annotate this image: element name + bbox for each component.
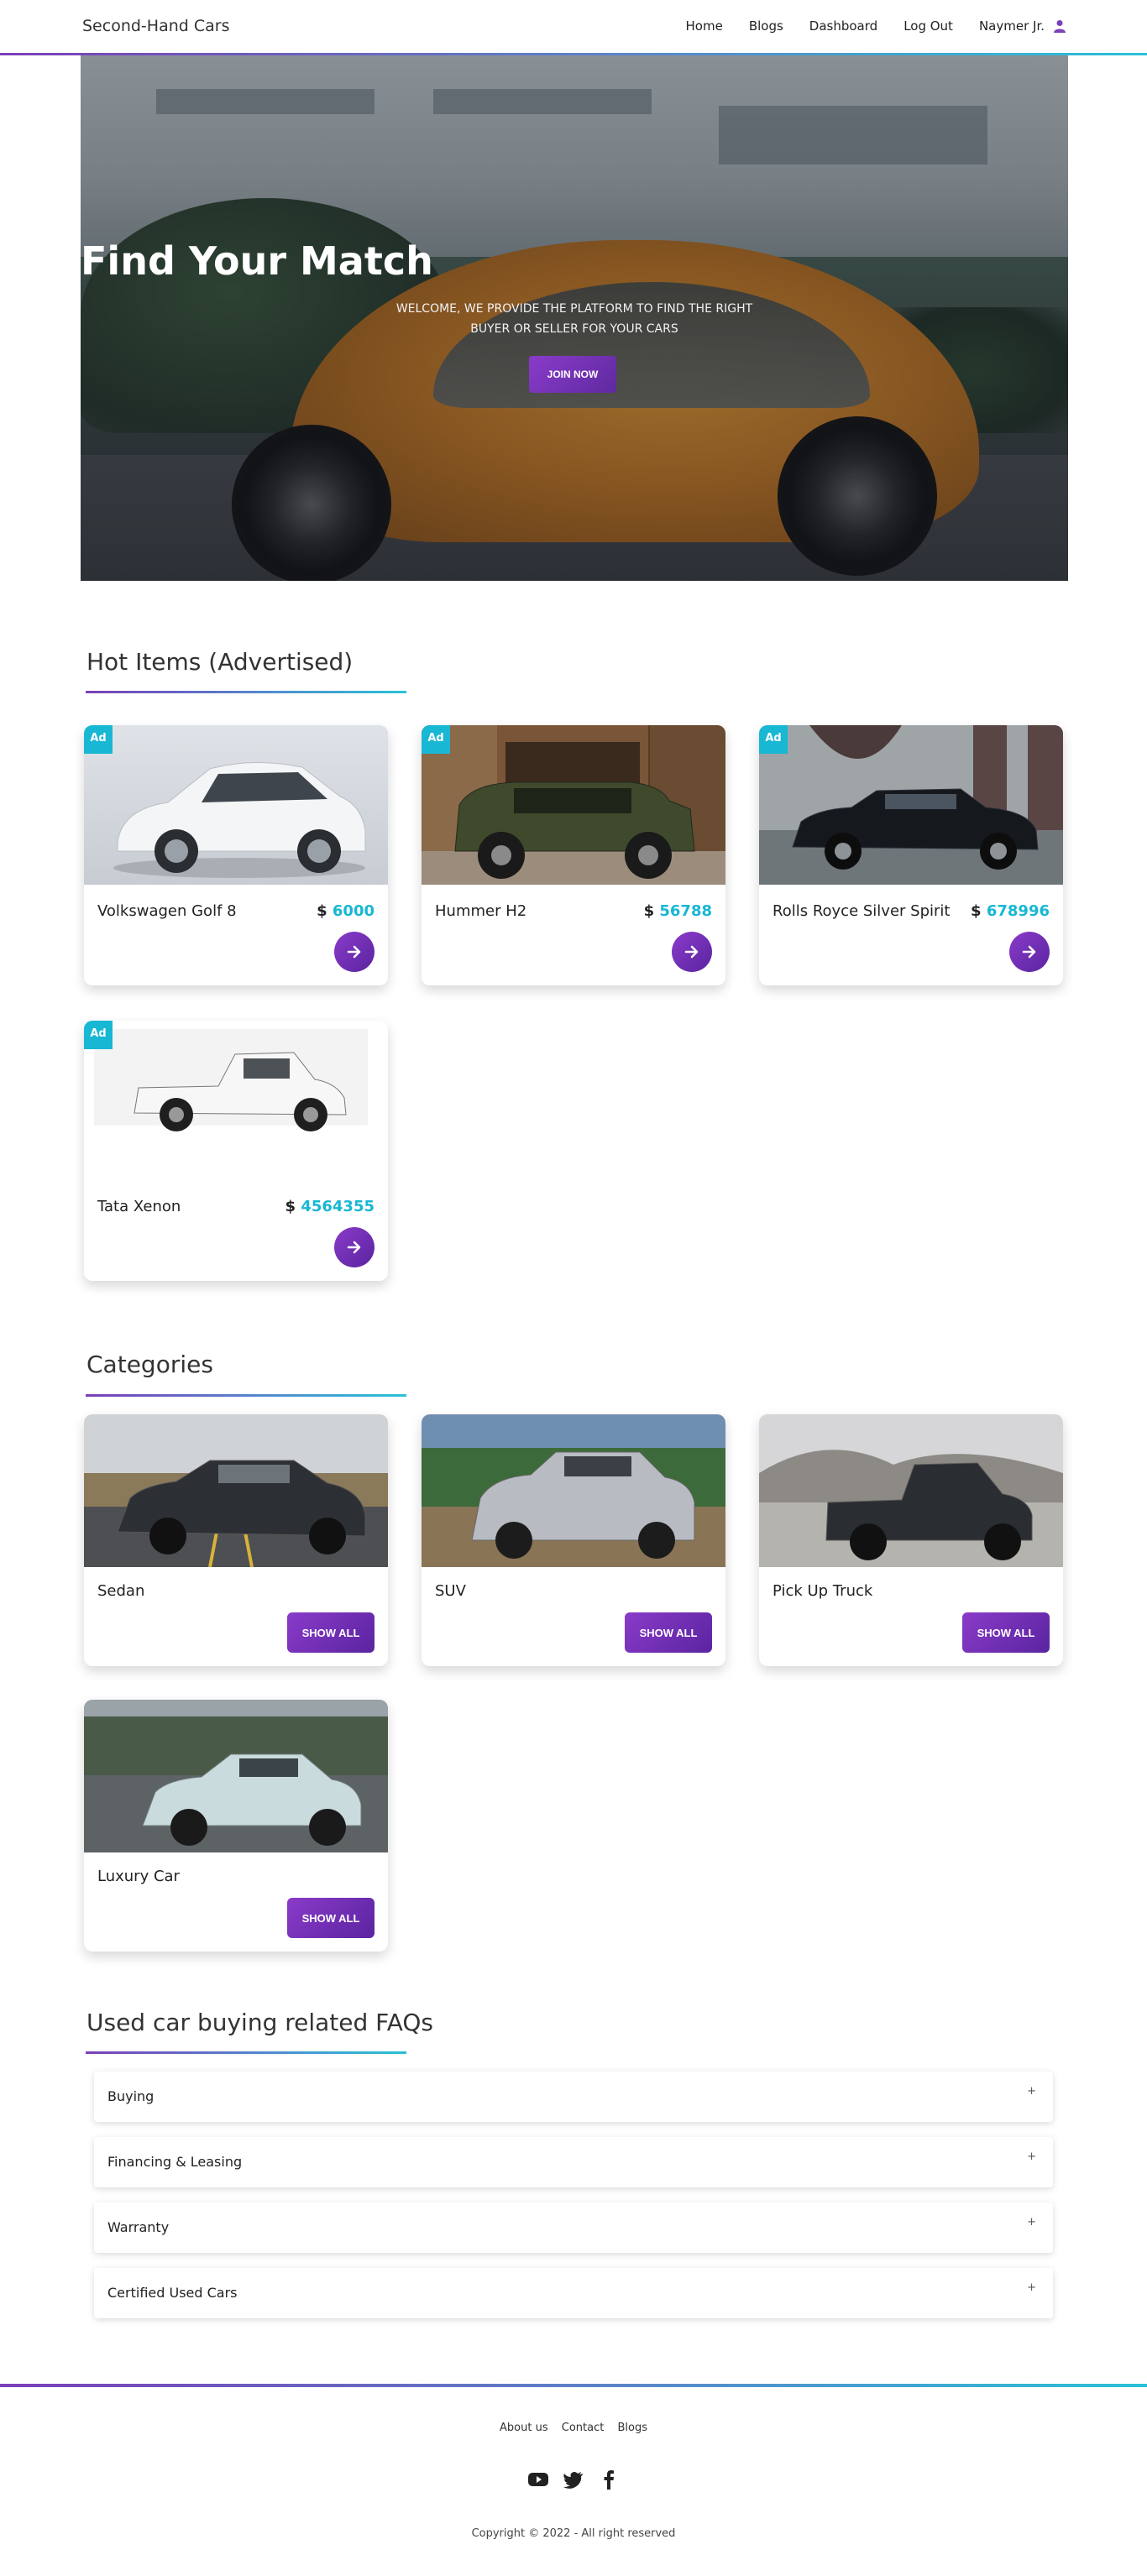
hero-title: Find Your Match bbox=[81, 238, 433, 284]
ad-badge: Ad bbox=[422, 725, 450, 754]
hot-item-card[interactable]: Ad Hummer H2 $ 56788 bbox=[422, 725, 725, 985]
show-all-button[interactable]: SHOW ALL bbox=[962, 1612, 1050, 1653]
pickup-truck-image bbox=[759, 1414, 1063, 1567]
car-image-volkswagen-golf bbox=[84, 725, 388, 885]
price-value: 56788 bbox=[659, 902, 712, 920]
car-name: Tata Xenon bbox=[97, 1198, 181, 1215]
nav-dashboard[interactable]: Dashboard bbox=[809, 18, 877, 34]
brand-logo[interactable]: Second-Hand Cars bbox=[82, 17, 229, 35]
hot-items-title: Hot Items (Advertised) bbox=[86, 648, 354, 676]
nav-logout[interactable]: Log Out bbox=[903, 18, 953, 34]
show-all-button[interactable]: SHOW ALL bbox=[287, 1898, 374, 1938]
price-value: 4564355 bbox=[301, 1198, 374, 1215]
hot-item-card[interactable]: Ad Rolls Royce Silver Spirit $ 678996 bbox=[759, 725, 1063, 985]
category-card-sedan[interactable]: Sedan SHOW ALL bbox=[84, 1414, 388, 1666]
category-name: Pick Up Truck bbox=[773, 1582, 873, 1600]
car-name: Hummer H2 bbox=[435, 902, 527, 920]
view-car-button[interactable] bbox=[672, 932, 712, 972]
category-name: Luxury Car bbox=[97, 1868, 180, 1885]
nav-user-name[interactable]: Naymer Jr. bbox=[979, 18, 1045, 34]
hero-banner: Find Your Match WELCOME, WE PROVIDE THE … bbox=[81, 55, 1068, 581]
currency-symbol: $ bbox=[285, 1198, 296, 1215]
car-name: Volkswagen Golf 8 bbox=[97, 902, 237, 920]
show-all-button[interactable]: SHOW ALL bbox=[625, 1612, 712, 1653]
nav-home[interactable]: Home bbox=[686, 18, 723, 34]
sedan-image bbox=[84, 1414, 388, 1567]
arrow-right-icon bbox=[347, 945, 361, 959]
view-car-button[interactable] bbox=[334, 1227, 374, 1267]
faq-question: Warranty bbox=[107, 2219, 170, 2235]
hot-item-card[interactable]: Ad Tata Xenon $ 4564355 bbox=[84, 1021, 388, 1281]
footer-blogs-link[interactable]: Blogs bbox=[617, 2422, 647, 2434]
arrow-right-icon bbox=[347, 1241, 361, 1254]
facebook-icon[interactable] bbox=[597, 2468, 621, 2491]
car-price: $ 56788 bbox=[644, 902, 712, 920]
join-now-button[interactable]: JOIN NOW bbox=[529, 356, 616, 393]
show-all-button[interactable]: SHOW ALL bbox=[287, 1612, 374, 1653]
social-icons bbox=[0, 2468, 1147, 2491]
view-car-button[interactable] bbox=[334, 932, 374, 972]
faq-question: Buying bbox=[107, 2088, 155, 2104]
expand-plus-icon[interactable]: + bbox=[1027, 2085, 1036, 2098]
faq-item-warranty[interactable]: Warranty + bbox=[94, 2202, 1053, 2253]
faq-question: Financing & Leasing bbox=[107, 2154, 243, 2170]
car-image-tata-xenon bbox=[84, 1021, 388, 1180]
car-name: Rolls Royce Silver Spirit bbox=[773, 902, 951, 920]
arrow-right-icon bbox=[1022, 945, 1036, 959]
currency-symbol: $ bbox=[317, 902, 327, 920]
copyright-text: Copyright © 2022 - All right reserved bbox=[471, 2527, 676, 2540]
luxury-car-image bbox=[84, 1700, 388, 1852]
expand-plus-icon[interactable]: + bbox=[1027, 2150, 1036, 2163]
car-price: $ 4564355 bbox=[285, 1198, 374, 1215]
youtube-icon[interactable] bbox=[526, 2468, 550, 2491]
currency-symbol: $ bbox=[971, 902, 982, 920]
category-name: SUV bbox=[435, 1582, 466, 1600]
footer-about-link[interactable]: About us bbox=[500, 2422, 548, 2434]
category-card-luxury-car[interactable]: Luxury Car SHOW ALL bbox=[84, 1700, 388, 1952]
faq-item-financing[interactable]: Financing & Leasing + bbox=[94, 2137, 1053, 2187]
expand-plus-icon[interactable]: + bbox=[1027, 2281, 1036, 2294]
navbar: Second-Hand Cars Home Blogs Dashboard Lo… bbox=[0, 0, 1147, 55]
view-car-button[interactable] bbox=[1009, 932, 1050, 972]
hero-subtitle: WELCOME, WE PROVIDE THE PLATFORM TO FIND… bbox=[395, 302, 753, 336]
faq-question: Certified Used Cars bbox=[107, 2285, 238, 2301]
category-card-suv[interactable]: SUV SHOW ALL bbox=[422, 1414, 725, 1666]
suv-image bbox=[422, 1414, 725, 1567]
expand-plus-icon[interactable]: + bbox=[1027, 2216, 1036, 2229]
ad-badge: Ad bbox=[84, 725, 113, 754]
categories-title: Categories bbox=[86, 1351, 213, 1378]
ad-badge: Ad bbox=[759, 725, 788, 754]
ad-badge: Ad bbox=[84, 1021, 113, 1049]
footer-gradient-line bbox=[0, 2384, 1147, 2387]
hot-items-rule bbox=[86, 691, 406, 693]
currency-symbol: $ bbox=[643, 902, 655, 920]
price-value: 6000 bbox=[332, 902, 374, 920]
footer-contact-link[interactable]: Contact bbox=[562, 2422, 605, 2434]
car-image-hummer-h2 bbox=[422, 725, 725, 885]
car-image-rolls-royce-silver-spirit bbox=[759, 725, 1063, 885]
nav-links: Home Blogs Dashboard Log Out Naymer Jr. bbox=[660, 18, 1066, 34]
price-value: 678996 bbox=[986, 902, 1050, 920]
arrow-right-icon bbox=[684, 945, 699, 959]
categories-rule bbox=[86, 1394, 406, 1397]
footer-links: About us Contact Blogs bbox=[0, 2422, 1147, 2434]
nav-blogs[interactable]: Blogs bbox=[749, 18, 783, 34]
user-icon[interactable] bbox=[1053, 19, 1066, 33]
faq-title: Used car buying related FAQs bbox=[86, 2009, 433, 2036]
faq-item-buying[interactable]: Buying + bbox=[94, 2072, 1053, 2122]
category-card-pickup-truck[interactable]: Pick Up Truck SHOW ALL bbox=[759, 1414, 1063, 1666]
car-price: $ 6000 bbox=[317, 902, 374, 920]
twitter-icon[interactable] bbox=[562, 2468, 585, 2491]
car-price: $ 678996 bbox=[971, 902, 1050, 920]
hot-item-card[interactable]: Ad Volkswagen Golf 8 $ 6000 bbox=[84, 725, 388, 985]
faq-rule bbox=[86, 2051, 406, 2054]
faq-item-certified[interactable]: Certified Used Cars + bbox=[94, 2268, 1053, 2318]
category-name: Sedan bbox=[97, 1582, 145, 1600]
